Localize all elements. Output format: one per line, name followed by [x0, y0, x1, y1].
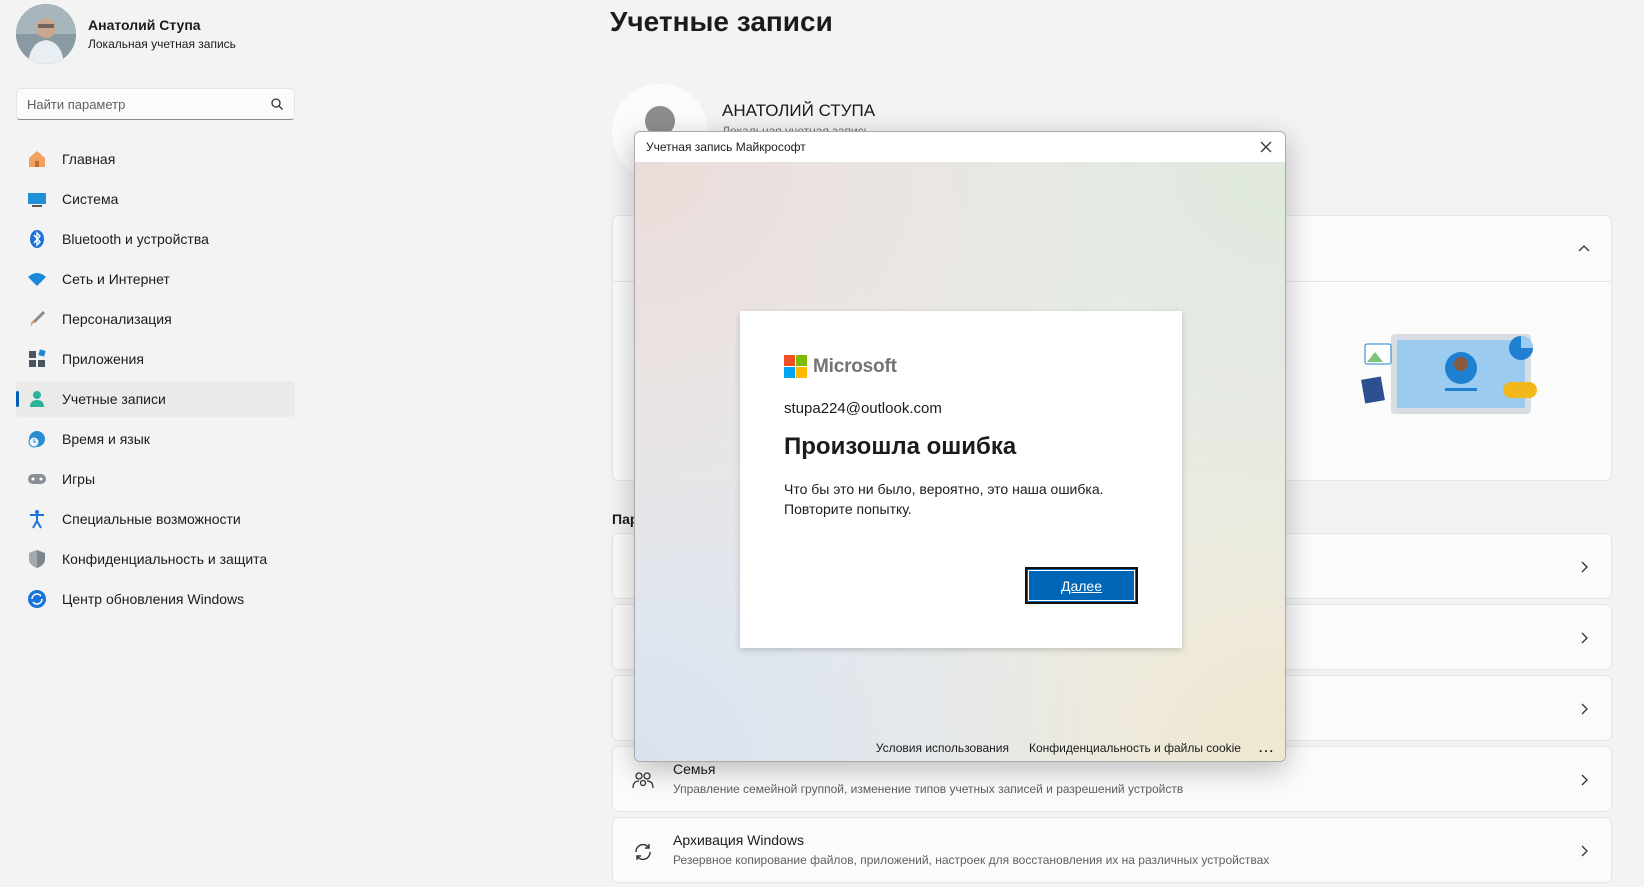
row-title: Семья: [673, 761, 716, 777]
privacy-link[interactable]: Конфиденциальность и файлы cookie: [1029, 741, 1241, 755]
avatar: [16, 4, 76, 64]
profile-name: Анатолий Ступа: [88, 17, 201, 33]
sidebar-item-label: Bluetooth и устройства: [62, 231, 209, 247]
chevron-right-icon: [1581, 632, 1588, 644]
sidebar-nav: Главная Система Bluetooth и устройства С…: [16, 141, 295, 621]
microsoft-account-dialog: Учетная запись Майкрософт Microsoft stup…: [634, 131, 1286, 762]
chevron-right-icon: [1581, 845, 1588, 857]
microsoft-logo: Microsoft: [784, 355, 897, 378]
error-message: Что бы это ни было, вероятно, это наша о…: [784, 481, 1104, 517]
search-icon[interactable]: [270, 97, 284, 111]
sidebar-item-label: Система: [62, 191, 119, 207]
home-icon: [26, 148, 48, 170]
sidebar-item-bluetooth[interactable]: Bluetooth и устройства: [16, 221, 295, 257]
apps-icon: [26, 348, 48, 370]
accounts-illustration: [1361, 334, 1537, 414]
terms-link[interactable]: Условия использования: [876, 741, 1009, 755]
search-input[interactable]: Найти параметр: [16, 88, 295, 120]
sidebar-item-label: Центр обновления Windows: [62, 591, 245, 607]
account-name: АНАТОЛИЙ СТУПА: [722, 101, 876, 120]
chevron-right-icon: [1581, 774, 1588, 786]
sidebar-item-label: Конфиденциальность и защита: [62, 551, 268, 567]
row-description: Управление семейной группой, изменение т…: [673, 782, 1184, 796]
sidebar-item-label: Учетные записи: [62, 391, 166, 407]
wifi-icon: [26, 268, 48, 290]
sidebar-item-label: Время и язык: [62, 431, 150, 447]
sidebar-item-privacy[interactable]: Конфиденциальность и защита: [16, 541, 295, 577]
sidebar-item-accessibility[interactable]: Специальные возможности: [16, 501, 295, 537]
user-profile[interactable]: Анатолий Ступа Локальная учетная запись: [16, 4, 236, 64]
sidebar-item-gaming[interactable]: Игры: [16, 461, 295, 497]
globe-clock-icon: [26, 428, 48, 450]
sidebar-item-personalization[interactable]: Персонализация: [16, 301, 295, 337]
sidebar-item-system[interactable]: Система: [16, 181, 295, 217]
sidebar-item-label: Игры: [62, 471, 96, 487]
family-icon: [632, 772, 654, 789]
gamepad-icon: [26, 468, 48, 490]
error-heading: Произошла ошибка: [784, 433, 1017, 460]
update-icon: [26, 588, 48, 610]
sidebar-item-apps[interactable]: Приложения: [16, 341, 295, 377]
sidebar-item-label: Приложения: [62, 351, 144, 367]
bluetooth-icon: [26, 228, 48, 250]
page-title: Учетные записи: [610, 6, 833, 37]
sidebar-item-home[interactable]: Главная: [16, 141, 295, 177]
sidebar-item-label: Персонализация: [62, 311, 172, 327]
logo-text: Microsoft: [813, 355, 897, 377]
sidebar-item-label: Главная: [62, 151, 116, 167]
close-icon[interactable]: [1259, 140, 1273, 154]
sync-icon: [635, 843, 651, 861]
microsoft-logo-icon: [784, 355, 807, 378]
account-email: stupa224@outlook.com: [784, 400, 942, 417]
sidebar-item-label: Специальные возможности: [62, 511, 241, 527]
profile-account-type: Локальная учетная запись: [88, 37, 236, 51]
row-title: Архивация Windows: [673, 832, 804, 848]
sidebar-item-time-language[interactable]: Время и язык: [16, 421, 295, 457]
sidebar-item-network[interactable]: Сеть и Интернет: [16, 261, 295, 297]
more-options-button[interactable]: ...: [1259, 741, 1275, 755]
sidebar-item-accounts[interactable]: Учетные записи: [16, 381, 295, 417]
monitor-icon: [26, 188, 48, 210]
sidebar: Анатолий Ступа Локальная учетная запись …: [0, 0, 310, 887]
chevron-up-icon[interactable]: [1577, 242, 1591, 256]
sidebar-item-label: Сеть и Интернет: [62, 271, 170, 287]
person-icon: [26, 388, 48, 410]
error-card: Microsoft stupa224@outlook.com Произошла…: [740, 311, 1182, 648]
dialog-title: Учетная запись Майкрософт: [646, 140, 806, 154]
chevron-right-icon: [1581, 561, 1588, 573]
dialog-footer: Условия использования Конфиденциальность…: [856, 741, 1275, 755]
dialog-body: Microsoft stupa224@outlook.com Произошла…: [635, 162, 1285, 761]
sidebar-item-windows-update[interactable]: Центр обновления Windows: [16, 581, 295, 617]
search-placeholder: Найти параметр: [27, 96, 126, 112]
chevron-right-icon: [1581, 703, 1588, 715]
next-button[interactable]: Далее: [1025, 567, 1138, 604]
dialog-titlebar: Учетная запись Майкрософт: [635, 132, 1285, 162]
shield-icon: [26, 548, 48, 570]
accessibility-icon: [26, 508, 48, 530]
settings-row-windows-backup[interactable]: Архивация Windows Резервное копирование …: [612, 817, 1612, 883]
row-description: Резервное копирование файлов, приложений…: [673, 853, 1270, 867]
brush-icon: [26, 308, 48, 330]
